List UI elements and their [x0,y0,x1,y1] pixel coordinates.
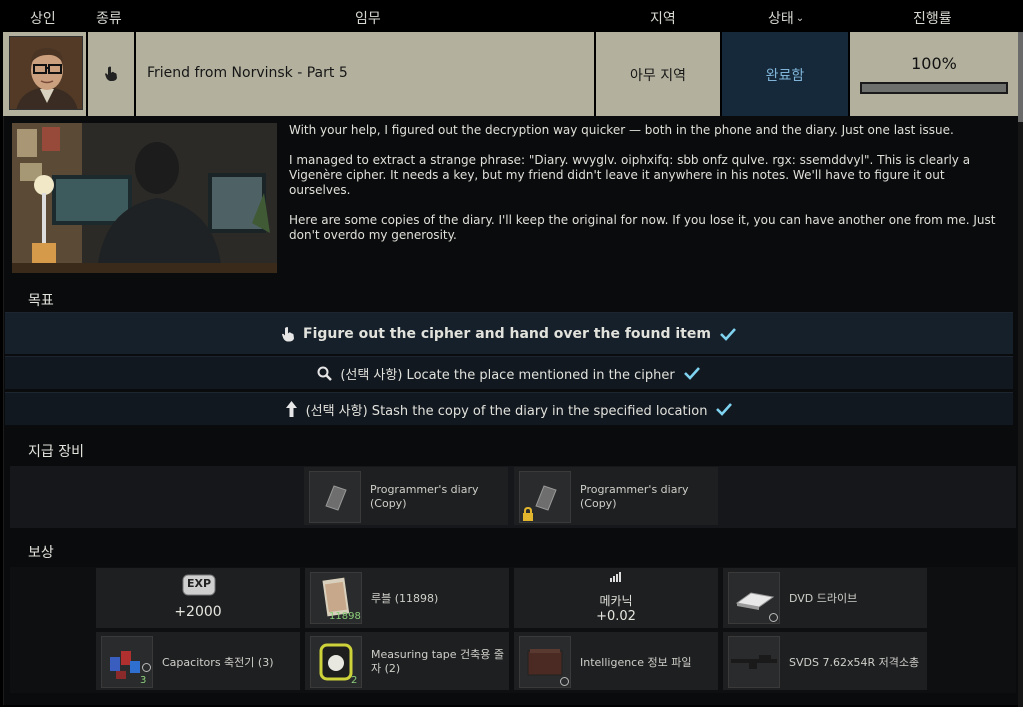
status-cell: 완료함 [722,32,848,116]
found-in-raid-icon [769,613,778,622]
table-header: 상인 종류 임무 지역 상태 ⌄ 진행률 [0,0,1023,32]
reward-skill: 메카닉 +0.02 [514,568,718,628]
objective-text: Figure out the cipher and hand over the … [303,325,711,342]
item-slot: 11898 [310,572,362,624]
location-cell: 아무 지역 [596,32,720,116]
lock-icon [523,507,533,521]
reward-capacitors[interactable]: 3 Capacitors 축전기 (3) [96,632,300,690]
reward-intelligence[interactable]: Intelligence 정보 파일 [514,632,718,690]
reward-dvd[interactable]: DVD 드라이브 [723,568,927,628]
reward-roubles[interactable]: 11898 루블 (11898) [305,568,509,628]
hand-pointer-icon [282,326,295,341]
skill-label: 메카닉 [599,594,633,608]
objective-text: (선택 사항) Stash the copy of the diary in t… [305,403,708,419]
header-trader[interactable]: 상인 [30,8,56,28]
reward-label: Intelligence 정보 파일 [580,656,692,669]
item-label: Programmer's diary (Copy) [580,483,689,510]
description-paragraph: With your help, I figured out the decryp… [289,123,954,137]
task-cell[interactable]: Friend from Norvinsk - Part 5 [136,32,594,116]
objective-text: (선택 사항) Locate the place mentioned in th… [340,367,675,383]
header-task[interactable]: 임무 [355,8,381,28]
item-slot: 2 [310,636,362,688]
objective-optional-stash[interactable]: (선택 사항) Stash the copy of the diary in t… [5,392,1013,425]
item-slot [728,636,780,688]
given-item[interactable]: Programmer's diary (Copy) [514,467,718,525]
item-slot [519,636,571,688]
quest-description: With your help, I figured out the decryp… [289,123,1007,258]
header-location[interactable]: 지역 [650,8,676,28]
skill-value: +0.02 [596,609,636,624]
trader-avatar [9,36,83,110]
progress-bar-fill [862,84,1006,92]
objectives-title: 목표 [28,293,54,309]
found-in-raid-icon [142,663,151,672]
reward-measuring-tape[interactable]: 2 Measuring tape 건축용 줄자 (2) [305,632,509,690]
progress-bar [860,82,1008,94]
check-icon [720,327,736,341]
capacitors-count: 3 [140,675,147,686]
header-status-label: 상태 [768,11,794,27]
item-slot [519,471,571,523]
stash-arrow-icon [285,401,297,417]
quest-details: With your help, I figured out the decryp… [3,116,1018,705]
reward-exp: EXP +2000 [96,568,300,628]
quest-location: 아무 지역 [630,68,686,84]
reward-label: SVDS 7.62x54R 저격소총 [789,656,920,669]
progress-percent: 100% [911,54,957,73]
scrollbar-thumb[interactable] [1018,32,1023,122]
reward-label: 루블 (11898) [371,592,439,605]
description-paragraph: Here are some copies of the diary. I'll … [289,213,996,242]
exp-badge-label: EXP [186,577,212,590]
item-label: Programmer's diary (Copy) [370,483,479,510]
quest-status: 완료함 [765,68,805,84]
header-type[interactable]: 종류 [96,8,122,28]
objective-optional-locate[interactable]: (선택 사항) Locate the place mentioned in th… [5,356,1013,389]
roubles-count: 11898 [329,611,361,622]
item-slot: 3 [101,636,153,688]
skill-up-icon [610,572,621,582]
rewards-title: 보상 [28,545,54,561]
rewards-band: EXP +2000 11898 루블 (11898) 메카닉 +0.02 DVD… [10,567,1016,693]
chevron-down-icon: ⌄ [795,13,805,24]
hand-pointer-icon [105,66,117,81]
reward-label: DVD 드라이브 [789,592,858,605]
quest-name: Friend from Norvinsk - Part 5 [147,65,348,81]
scrollbar[interactable] [1018,32,1023,707]
header-status[interactable]: 상태 ⌄ [768,8,804,28]
rifle-icon [731,655,777,669]
reward-svds[interactable]: SVDS 7.62x54R 저격소총 [723,632,927,690]
objective-main[interactable]: Figure out the cipher and hand over the … [5,312,1013,354]
given-items-band: Programmer's diary (Copy) Programmer's d… [10,466,1016,528]
progress-cell: 100% [850,32,1018,116]
reward-label: Measuring tape 건축용 줄자 (2) [371,648,505,675]
description-paragraph: I managed to extract a strange phrase: "… [289,153,971,197]
given-item[interactable]: Programmer's diary (Copy) [304,467,508,525]
reward-label: Capacitors 축전기 (3) [162,656,274,669]
item-slot [309,471,361,523]
exp-value: +2000 [174,604,222,620]
quest-image [12,123,277,273]
given-items-title: 지급 장비 [28,444,84,460]
check-icon [683,367,700,380]
magnifier-icon [317,366,333,381]
item-slot [728,572,780,624]
check-icon [716,403,733,416]
found-in-raid-icon [560,677,569,686]
tape-count: 2 [351,675,358,686]
diary-icon [325,485,347,511]
header-progress[interactable]: 진행률 [913,8,952,28]
type-cell [88,32,134,116]
trader-cell[interactable] [3,32,86,116]
